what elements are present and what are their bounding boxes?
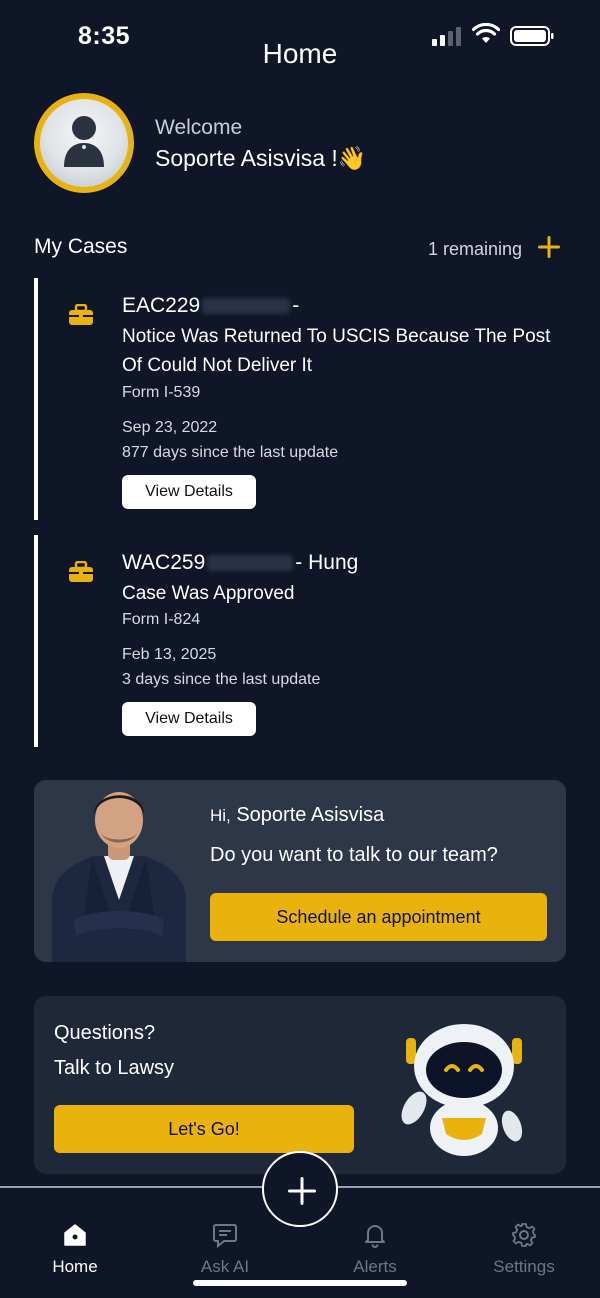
team-question: Do you want to talk to our team?	[210, 844, 498, 866]
user-name: Soporte Asisvisa !	[155, 145, 338, 171]
my-cases-title: My Cases	[34, 235, 128, 258]
case-id-suffix: - Hung	[295, 551, 359, 574]
add-case-fab-button[interactable]	[262, 1151, 338, 1227]
tab-alerts-label: Alerts	[353, 1257, 397, 1276]
case-date: Feb 13, 2025	[122, 646, 217, 663]
bell-icon	[365, 1225, 385, 1248]
case-status: Notice Was Returned To USCIS Because The…	[122, 326, 551, 376]
tab-ask-ai[interactable]: Ask AI	[170, 1222, 280, 1277]
view-details-button[interactable]: View Details	[122, 702, 256, 736]
tab-ask-ai-label: Ask AI	[200, 1257, 250, 1276]
lets-go-button[interactable]: Let's Go!	[54, 1105, 354, 1153]
case-status: Case Was Approved	[122, 583, 295, 604]
greeting-name: Soporte Asisvisa	[236, 804, 385, 826]
user-silhouette-icon	[64, 116, 104, 167]
tab-home-label: Home	[52, 1257, 98, 1276]
briefcase-icon	[69, 561, 93, 582]
welcome-label: Welcome	[155, 116, 243, 139]
schedule-appointment-button[interactable]: Schedule an appointment	[210, 893, 547, 941]
case-receipt-number: EAC229 -	[122, 294, 299, 318]
avatar-placeholder	[40, 99, 128, 187]
team-member-photo	[52, 792, 186, 962]
home-indicator	[193, 1280, 407, 1286]
user-greeting: Soporte Asisvisa !👋	[155, 145, 366, 172]
case-card[interactable]: WAC259 - Hung Case Was Approved Form I-82…	[34, 535, 594, 747]
avatar[interactable]	[34, 93, 134, 193]
briefcase-icon	[69, 304, 93, 325]
case-card[interactable]: EAC229 - Notice Was Returned To USCIS Bec…	[34, 278, 594, 520]
page-title: Home	[262, 38, 338, 69]
tab-home[interactable]: Home	[20, 1222, 130, 1277]
tab-alerts[interactable]: Alerts	[320, 1222, 430, 1277]
hi-prefix: Hi,	[210, 806, 231, 825]
questions-label: Questions?	[54, 1022, 156, 1044]
team-greeting: Hi, Soporte Asisvisa	[210, 804, 384, 827]
plus-icon	[288, 1177, 316, 1205]
home-icon	[64, 1224, 86, 1246]
case-receipt-number: WAC259 - Hung	[122, 551, 358, 575]
cases-remaining-count: 1 remaining	[427, 239, 522, 259]
case-id-prefix: EAC229	[122, 294, 201, 317]
talk-to-team-card: Hi, Soporte Asisvisa Do you want to talk…	[34, 780, 566, 962]
robot-mascot-icon	[401, 1024, 523, 1156]
gear-icon	[512, 1223, 536, 1247]
view-details-button[interactable]: View Details	[122, 475, 256, 509]
chat-ai-icon	[213, 1224, 237, 1248]
talk-to-lawsy-label: Talk to Lawsy	[54, 1057, 175, 1079]
case-date: Sep 23, 2022	[122, 419, 218, 436]
case-form-type: Form I-824	[122, 611, 201, 628]
tab-settings-label: Settings	[493, 1257, 555, 1276]
redacted-digits	[207, 555, 294, 572]
redacted-digits	[202, 298, 291, 315]
case-days-since-update: 877 days since the last update	[122, 444, 339, 461]
tab-settings[interactable]: Settings	[469, 1222, 579, 1277]
case-form-type: Form I-539	[122, 384, 201, 401]
case-id-prefix: WAC259	[122, 551, 206, 574]
case-days-since-update: 3 days since the last update	[122, 671, 321, 688]
lawsy-ai-card: Questions? Talk to Lawsy Let's Go!	[34, 996, 566, 1174]
waving-hand-icon: 👋	[337, 145, 367, 171]
case-id-suffix: -	[292, 294, 300, 317]
add-case-plus-icon[interactable]	[536, 234, 562, 260]
